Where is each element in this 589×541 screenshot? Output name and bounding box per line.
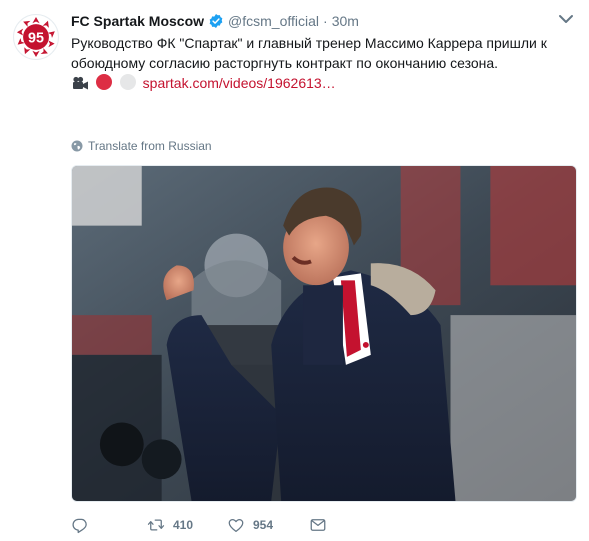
- translate-label[interactable]: Translate from Russian: [88, 139, 212, 153]
- movie-camera-icon: [71, 75, 89, 96]
- like-count: 954: [253, 518, 274, 532]
- retweet-button[interactable]: 410: [147, 516, 227, 534]
- avatar-number: 95: [28, 30, 44, 46]
- verified-badge-icon: [208, 13, 224, 29]
- tweet-card[interactable]: 95 FC Spartak Moscow @fcsm_official · 30…: [0, 0, 589, 541]
- tweet-text-line: обоюдному согласию расторгнуть контракт …: [71, 55, 499, 71]
- translate-link[interactable]: Translate from Russian: [71, 138, 212, 154]
- tweet-emoji-link-line: spartak.com/videos/1962613…: [71, 73, 576, 96]
- avatar[interactable]: 95: [13, 14, 59, 60]
- tweet-header: FC Spartak Moscow @fcsm_official · 30m: [71, 11, 359, 31]
- user-handle[interactable]: @fcsm_official: [228, 13, 319, 29]
- reply-button[interactable]: [71, 516, 147, 534]
- video-link[interactable]: spartak.com/videos/1962613…: [143, 75, 336, 91]
- tweet-photo[interactable]: [71, 165, 577, 502]
- tweet-timestamp[interactable]: 30m: [332, 13, 359, 29]
- heart-icon: [228, 518, 244, 533]
- tweet-text-line: Руководство ФК "Спартак" и главный трене…: [71, 35, 547, 51]
- retweet-count: 410: [173, 518, 194, 532]
- retweet-icon: [147, 519, 165, 531]
- reply-icon: [72, 518, 87, 534]
- globe-icon: [71, 140, 83, 152]
- like-button[interactable]: 954: [227, 516, 309, 534]
- chevron-down-icon[interactable]: [557, 12, 575, 26]
- envelope-icon: [310, 519, 326, 531]
- tweet-text: Руководство ФК "Спартак" и главный трене…: [71, 33, 576, 96]
- separator-dot: ·: [323, 13, 328, 29]
- red-circle-icon: [95, 73, 113, 96]
- display-name[interactable]: FC Spartak Moscow: [71, 13, 204, 29]
- white-circle-icon: [119, 73, 137, 96]
- tweet-actions: 410 954: [71, 515, 327, 535]
- direct-message-button[interactable]: [309, 516, 327, 534]
